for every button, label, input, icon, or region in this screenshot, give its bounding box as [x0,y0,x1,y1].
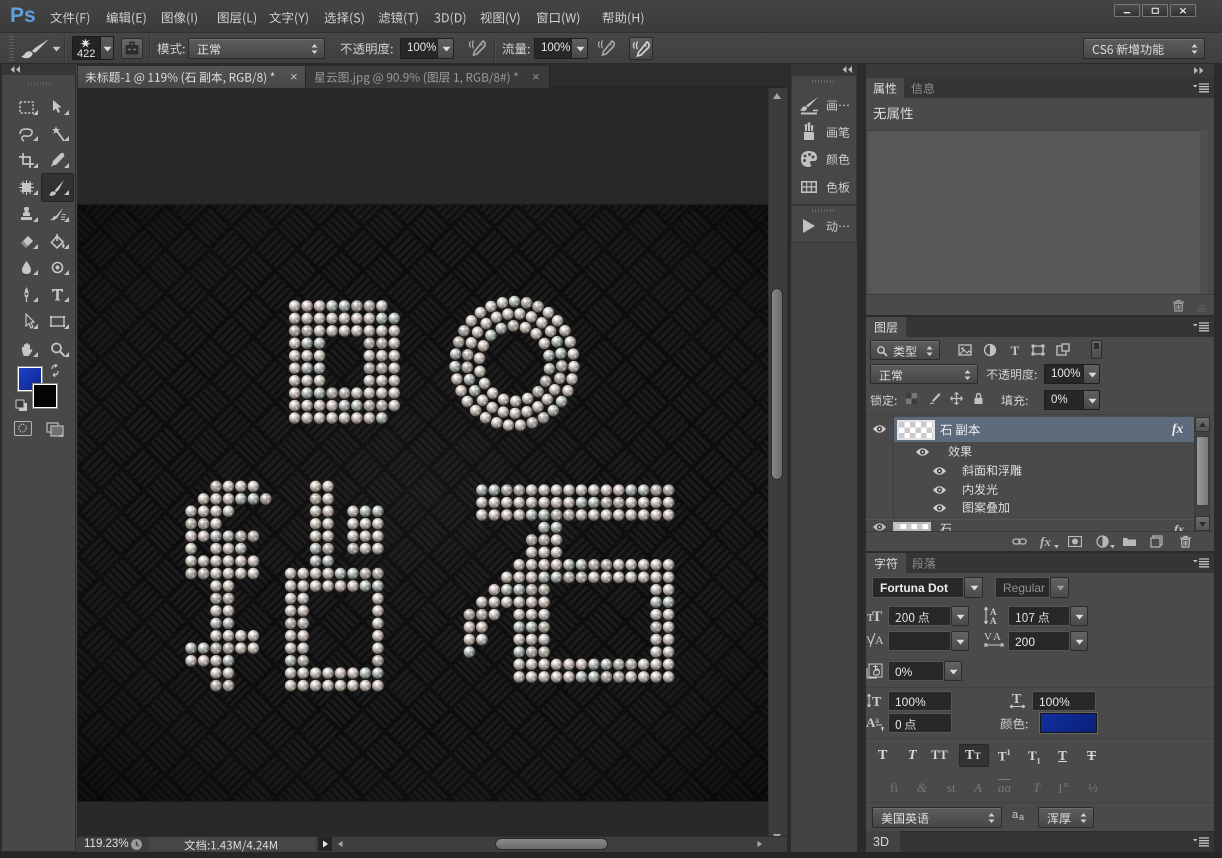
svg-text:T: T [1012,692,1022,707]
svg-text:A: A [875,633,884,647]
svg-text:a: a [875,715,879,725]
svg-text:A: A [993,631,1001,643]
svg-text:T: T [872,609,882,623]
svg-text:V: V [984,631,992,643]
svg-text:T: T [1011,343,1020,357]
svg-text:T: T [872,695,882,709]
svg-text:A: A [990,616,997,625]
